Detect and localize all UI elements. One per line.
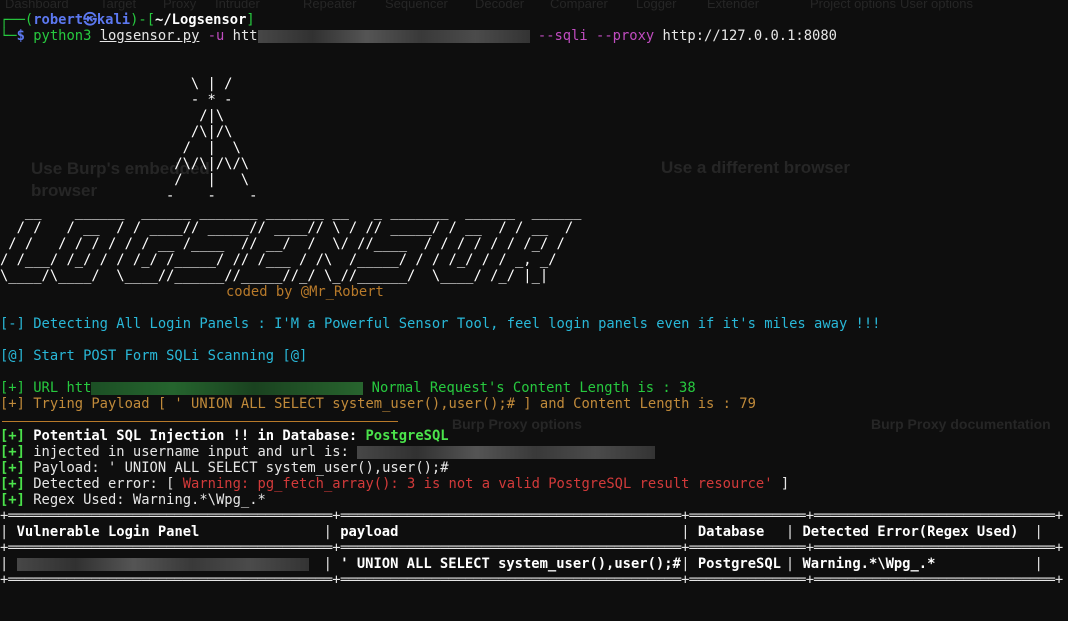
ascii-line: /\|/\: [166, 124, 233, 140]
bg-tab: Project options: [810, 0, 896, 11]
prompt-line: ┌──(robert㉿kali)-[~/Logsensor]: [0, 12, 255, 28]
ascii-line: - * -: [166, 92, 233, 108]
payload-line: [+] Payload: ' UNION ALL SELECT system_u…: [0, 460, 1068, 476]
regex-text: Regex Used: Warning.*\Wpg_.*: [24, 492, 266, 508]
url-line-suffix: Normal Request's Content Length is : 38: [363, 380, 696, 396]
prompt-user: robert: [33, 12, 84, 28]
detected-error-line: [+] Detected error: [ Warning: pg_fetch_…: [0, 476, 1068, 492]
ascii-line: / /___/ /_/ / / /_/ /_____/ // /___ / /\…: [0, 252, 557, 268]
potential-line: [+] Potential SQL Injection !! in Databa…: [0, 428, 1068, 444]
tag: [+]: [0, 476, 25, 492]
command-line[interactable]: └─$ python3 logsensor.py -u htt --sqli -…: [0, 28, 1068, 44]
prompt-symbol: $: [16, 28, 25, 44]
regex-line: [+] Regex Used: Warning.*\Wpg_.*: [0, 492, 1068, 508]
injected-line: [+] injected in username input and url i…: [0, 444, 1068, 460]
ascii-line: \ | /: [166, 76, 233, 92]
bg-tab: Logger: [636, 0, 677, 11]
header-cell: Detected Error(Regex Used): [802, 524, 1019, 540]
table-border: +═══════════════════════════════════════…: [0, 508, 1064, 524]
banner-logo: __ ______ ______ _______ _______ __ _ __…: [0, 204, 1068, 284]
tag: [+]: [0, 428, 25, 444]
ascii-line: / / / __ / / ____// _____// ____// \ / /…: [0, 220, 574, 236]
table-border: +═══════════════════════════════════════…: [0, 572, 1064, 588]
cmd-flag-proxy: --proxy: [596, 28, 655, 44]
database-name: PostgreSQL: [365, 428, 449, 444]
ascii-line: /|\: [166, 108, 225, 124]
detecting-line: [-] Detecting All Login Panels : I'M a P…: [0, 316, 881, 332]
terminal: ┌──(robert㉿kali)-[~/Logsensor] └─$ pytho…: [0, 12, 1068, 588]
bg-tab: Intruder: [215, 0, 260, 11]
trying-payload-line: [+] Trying Payload [ ' UNION ALL SELECT …: [0, 396, 756, 412]
url-line-prefix: [+] URL htt: [0, 380, 92, 396]
bg-tab: Dashboard: [5, 0, 69, 11]
detected-close: ]: [772, 476, 790, 492]
header-cell: payload: [340, 524, 399, 540]
detected-label: Detected error: [: [24, 476, 183, 492]
payload-text: Payload: ' UNION ALL SELECT system_user(…: [24, 460, 449, 476]
cell-database: PostgreSQL: [697, 556, 781, 572]
cmd-flag-sqli: --sqli: [537, 28, 588, 44]
redacted-url: [357, 445, 656, 459]
tag: [+]: [0, 444, 25, 460]
ascii-line: - - -: [166, 188, 258, 204]
banner-tower: \ | / - * - /|\ /\|/\ / | \ /\/\|/\/\ / …: [0, 76, 1068, 204]
header-cell: Vulnerable Login Panel: [16, 524, 200, 540]
ascii-line: / / / / / / / / __ /____ // __/ / \/ //_…: [0, 236, 565, 252]
cmd-script: logsensor.py: [99, 28, 200, 44]
results-table: +═══════════════════════════════════════…: [0, 508, 1068, 588]
url-line: [+] URL htt Normal Request's Content Len…: [0, 380, 1068, 396]
potential-label: Potential SQL Injection !! in Database:: [24, 428, 366, 444]
bg-tab: Target: [100, 0, 137, 11]
cell-panel-redacted: [16, 556, 324, 572]
bg-tab: Extender: [707, 0, 760, 11]
cmd-proxy-url: http://127.0.0.1:8080: [662, 28, 837, 44]
cell-payload: ' UNION ALL SELECT system_user(),user();…: [340, 556, 681, 572]
ascii-line: / | \: [166, 172, 250, 188]
bg-tab: Sequencer: [385, 0, 448, 11]
bg-tab: Comparer: [550, 0, 608, 11]
ascii-line: __ ______ ______ _______ _______ __ _ __…: [0, 204, 582, 220]
detected-error: Warning: pg_fetch_array(): 3 is not a va…: [182, 476, 773, 492]
prompt-cwd: ~/Logsensor: [155, 12, 247, 28]
tag: [+]: [0, 492, 25, 508]
header-cell: Database: [697, 524, 765, 540]
start-scan-line: [@] Start POST Form SQLi Scanning [@]: [0, 348, 308, 364]
cmd-url: htt: [232, 28, 258, 44]
bg-tab: Proxy: [163, 0, 197, 11]
ascii-line: \____/\____/ \____//______//_____//_/ \_…: [0, 268, 549, 284]
injected-label: injected in username input and url is:: [24, 444, 358, 460]
bg-tab: Repeater: [303, 0, 357, 11]
cell-regex: Warning.*\Wpg_.*: [802, 556, 936, 572]
cmd-flag-u: -u: [207, 28, 225, 44]
table-border: +═══════════════════════════════════════…: [0, 540, 1064, 556]
bg-tab: Decoder: [475, 0, 525, 11]
redacted-url: [257, 29, 530, 43]
banner-credit: coded by @Mr_Robert: [226, 284, 384, 300]
bg-tab: User options: [900, 0, 973, 11]
cmd-program: python3: [33, 28, 92, 44]
ascii-line: /\/\|/\/\: [166, 156, 250, 172]
redacted-url: [91, 381, 364, 395]
prompt-host: kali: [96, 12, 131, 28]
table-header-row: | Vulnerable Login Panel | payload | Datab…: [0, 524, 1043, 540]
tag: [+]: [0, 460, 25, 476]
table-row: | | ' UNION ALL SELECT system_user(),use…: [0, 556, 1043, 572]
ascii-line: / | \: [166, 140, 241, 156]
